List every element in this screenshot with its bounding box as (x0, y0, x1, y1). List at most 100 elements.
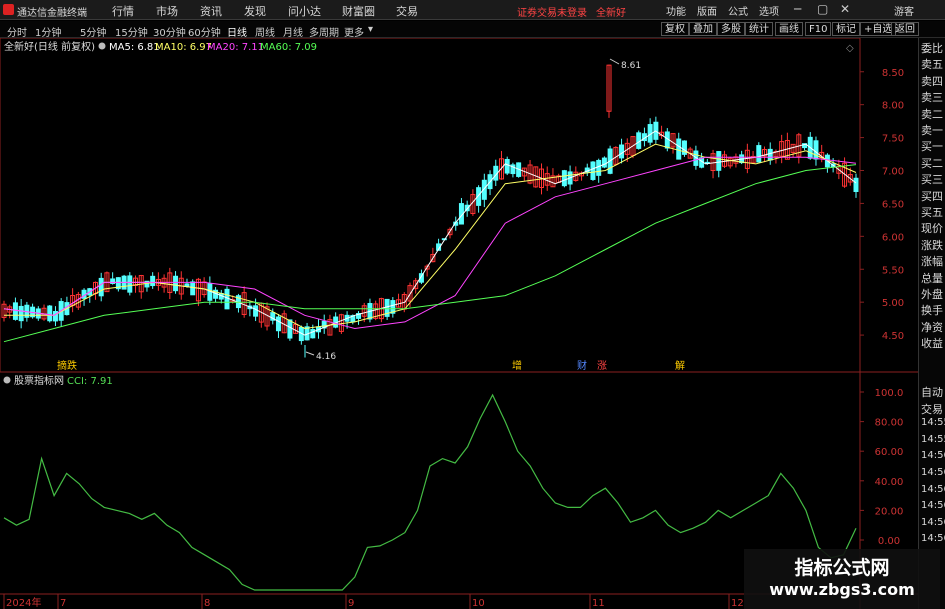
indicator-header: 股票指标网 (14, 374, 64, 387)
sidebar-label: 涨幅 (921, 255, 943, 269)
ma-line-ma60 (3, 164, 857, 343)
menu-item-discover[interactable]: 发现 (244, 3, 266, 19)
settings-dot-icon[interactable] (98, 42, 106, 50)
menu-function[interactable]: 功能 (666, 3, 686, 18)
statistics-button[interactable]: 统计 (745, 22, 773, 36)
sidebar-label: 买二 (921, 156, 943, 170)
x-tick-label: 11 (592, 598, 605, 609)
candle-body (716, 151, 722, 171)
maximize-icon[interactable]: ▢ (817, 2, 828, 16)
overlay-button[interactable]: 叠加 (689, 22, 717, 36)
candle-body (853, 177, 859, 192)
f10-button[interactable]: F10 (805, 22, 832, 36)
cci-tick-label: 0.00 (878, 536, 900, 547)
more-dropdown-icon[interactable]: ▾ (368, 24, 373, 35)
ma-line-ma10 (4, 143, 857, 330)
menu-item-trade[interactable]: 交易 (396, 3, 418, 19)
menu-item-market[interactable]: 行情 (112, 3, 134, 19)
menu-options[interactable]: 选项 (759, 3, 779, 18)
period-toolbar: 分时 1分钟 5分钟 15分钟 30分钟 60分钟 日线 周线 月线 多周期 更… (0, 21, 945, 39)
candle-body (619, 144, 625, 159)
candle-body (596, 159, 602, 176)
sidebar-label: 卖三 (921, 91, 943, 105)
sidebar-time: 14:55 (921, 417, 945, 429)
period-tab-1min[interactable]: 1分钟 (35, 24, 61, 39)
watermark-url: www.zbgs3.com (769, 580, 915, 599)
sidebar-label: 买五 (921, 206, 943, 219)
multi-stock-button[interactable]: 多股 (717, 22, 745, 36)
low-pointer (305, 351, 315, 356)
sidebar-label: 总量 (921, 271, 943, 285)
sidebar-label: 买四 (921, 189, 943, 203)
high-pointer (609, 58, 620, 65)
event-marker-3[interactable]: 增 (512, 359, 522, 372)
sidebar-time: 14:56 (921, 500, 945, 512)
event-marker-5[interactable]: 涨 (597, 360, 607, 372)
app-logo-icon (3, 4, 14, 15)
panel-close-icon[interactable]: ◇ (846, 43, 854, 54)
period-tab-more[interactable]: 更多 (344, 24, 364, 39)
adjust-button[interactable]: 复权 (661, 22, 689, 36)
login-notice[interactable]: 证券交易未登录 (517, 4, 587, 19)
menu-formula[interactable]: 公式 (728, 3, 748, 18)
cci-line (3, 393, 857, 591)
sidebar-label: 净资 (921, 320, 943, 334)
mark-button[interactable]: 标记 (832, 22, 860, 36)
menu-item-news[interactable]: 资讯 (200, 3, 222, 19)
sidebar-time: 14:56 (921, 516, 945, 528)
period-tab-weekly[interactable]: 周线 (255, 24, 275, 39)
date-x-axis: 2024年 7 8 9 10 11 12 (3, 594, 744, 609)
watermark-title: 指标公式网 (794, 557, 890, 579)
period-tab-monthly[interactable]: 月线 (283, 24, 303, 39)
period-tab-60min[interactable]: 60分钟 (188, 24, 221, 39)
ma20-label: MA20: 7.11 (207, 42, 264, 53)
cci-tick-label: 20.00 (875, 506, 904, 517)
sidebar-time: 14:56 (921, 533, 945, 545)
candle-body (18, 305, 24, 322)
sidebar-label: 换手 (921, 304, 943, 318)
period-tab-30min[interactable]: 30分钟 (153, 24, 186, 39)
period-tab-daily[interactable]: 日线 (227, 24, 247, 39)
draw-line-button[interactable]: 画线 (775, 22, 803, 36)
menu-layout[interactable]: 版面 (697, 3, 717, 18)
period-tab-15min[interactable]: 15分钟 (115, 24, 148, 39)
period-tab-5min[interactable]: 5分钟 (80, 24, 106, 39)
candle-body (676, 138, 682, 160)
event-marker-6[interactable]: 解 (675, 359, 685, 372)
app-title: 通达信金融终端 (17, 8, 87, 19)
candlestick-series (1, 64, 859, 358)
guest-label[interactable]: 游客 (894, 3, 914, 18)
price-panel-border (0, 38, 861, 373)
sidebar-time: 14:56 (921, 467, 945, 478)
x-tick-label: 8 (204, 598, 210, 609)
sidebar-trade-label[interactable]: 自动 (921, 384, 943, 400)
candle-body (150, 275, 156, 287)
minimize-icon[interactable]: ─ (794, 2, 801, 16)
sidebar-label: 卖二 (921, 107, 943, 121)
chart-area[interactable]: 全新好(日线 前复权) MA5: 6.81 MA10: 6.97 MA20: 7… (0, 38, 918, 609)
menu-item-ask[interactable]: 问小达 (288, 3, 321, 19)
period-tab-multi[interactable]: 多周期 (309, 24, 339, 39)
back-button[interactable]: 返回 (891, 22, 919, 36)
event-marker-2[interactable]: 跌 (67, 359, 77, 372)
sidebar-time: 14:55 (921, 433, 945, 445)
price-tick-label: 5.00 (882, 298, 904, 309)
cci-value-label: CCI: 7.91 (67, 376, 113, 387)
sidebar-label: 卖四 (921, 74, 943, 88)
period-tab-timeshare[interactable]: 分时 (7, 24, 27, 39)
x-tick-label: 7 (60, 598, 66, 609)
candle-body (98, 277, 104, 297)
candle-body (504, 158, 510, 174)
event-marker-1[interactable]: 摘 (57, 359, 67, 372)
sidebar-trade-label[interactable]: 交易 (921, 401, 943, 417)
sidebar-label: 卖一 (921, 124, 943, 137)
event-marker-4[interactable]: 财 (577, 359, 587, 372)
indicator-settings-icon[interactable] (3, 376, 11, 384)
menu-item-market-center[interactable]: 市场 (156, 3, 178, 19)
high-label: 8.61 (621, 61, 641, 71)
menu-item-wealth[interactable]: 财富圈 (342, 3, 375, 19)
price-tick-label: 7.00 (882, 167, 904, 178)
x-tick-label: 10 (472, 598, 485, 609)
close-icon[interactable]: ✕ (840, 2, 850, 16)
candle-body (47, 305, 53, 322)
